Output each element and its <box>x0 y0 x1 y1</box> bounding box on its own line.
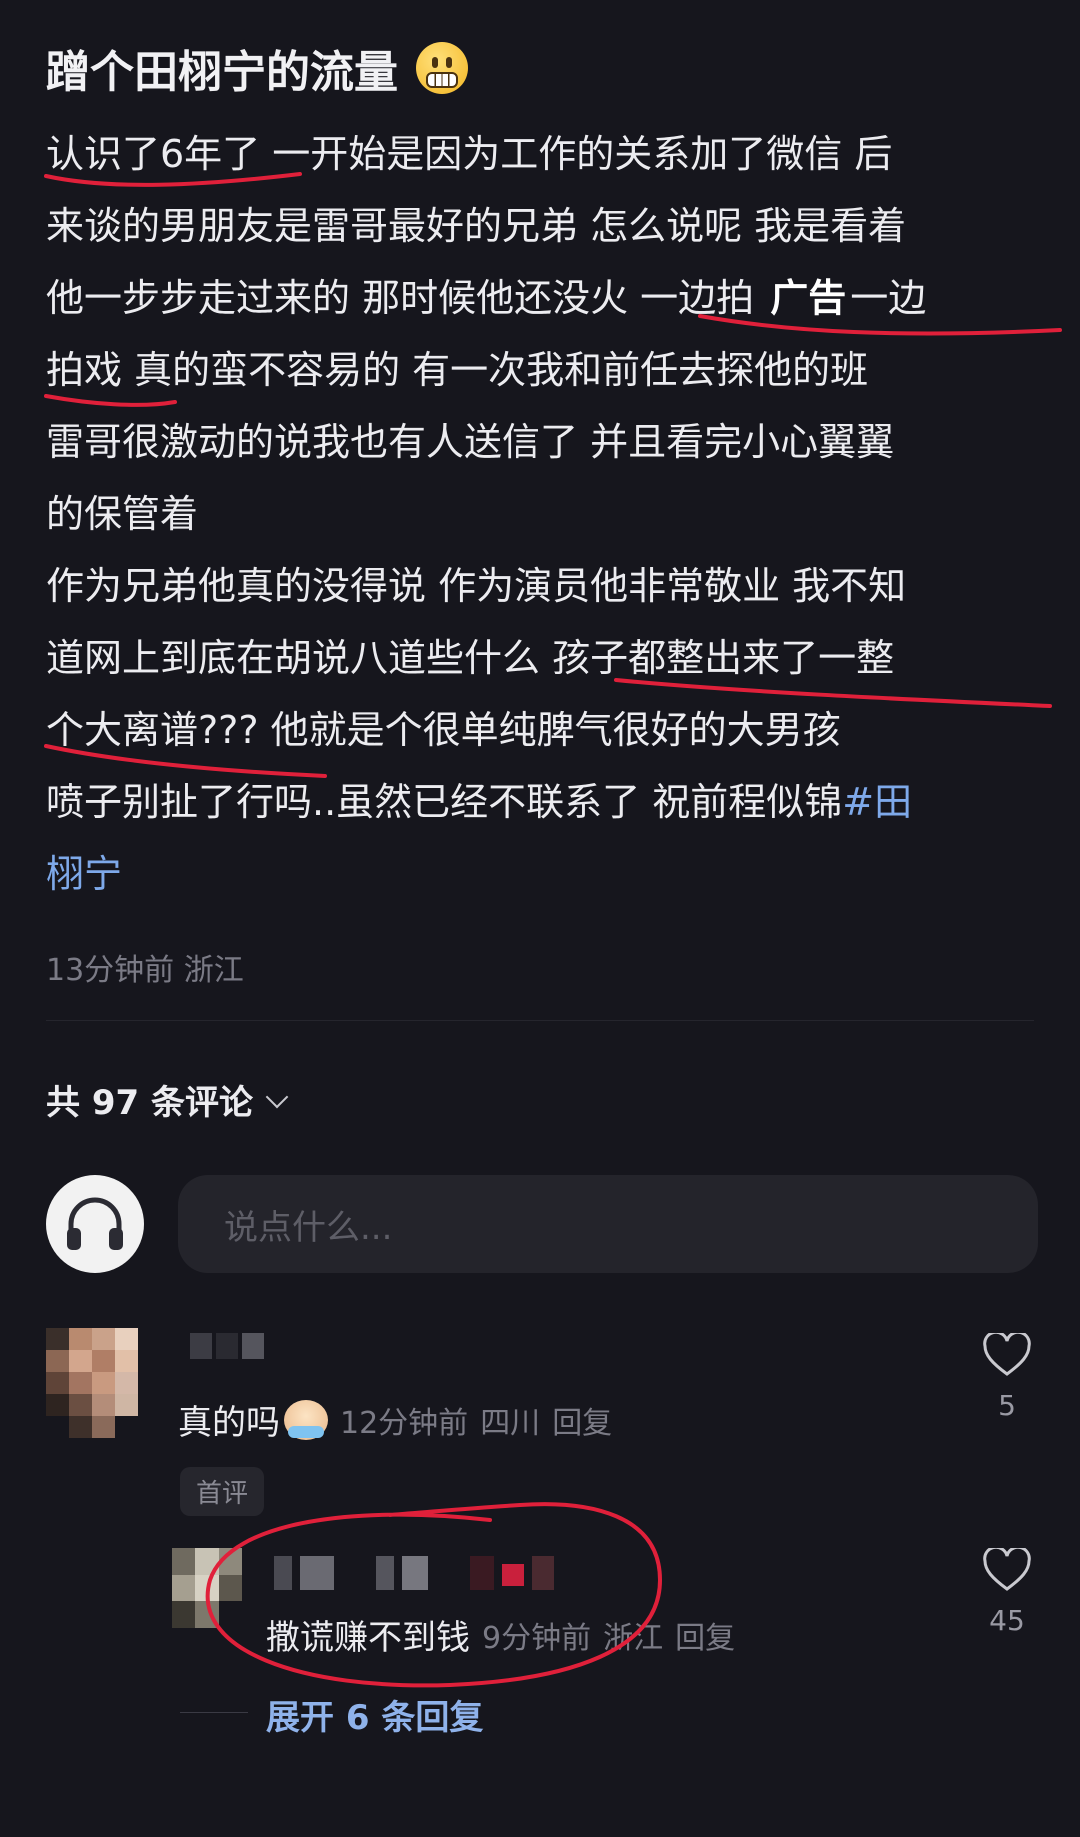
reply-text-row: 撒谎赚不到钱 9分钟前 浙江 回复 <box>266 1610 735 1659</box>
reply-name-blurred[interactable] <box>274 1556 554 1590</box>
comment-count-label: 共 97 条评论 <box>46 1083 253 1123</box>
like-button[interactable]: 45 <box>972 1548 1042 1637</box>
post-title: 蹭个田栩宁的流量 <box>46 36 468 100</box>
comment-text: 真的吗 <box>178 1403 280 1443</box>
ad-overlay-label: 广告 <box>766 262 851 334</box>
reply-button[interactable]: 回复 <box>552 1406 612 1441</box>
post-line: 雷哥很激动的说我也有人送信了 并且看完小心翼翼 <box>46 420 895 464</box>
heart-icon <box>983 1333 1031 1376</box>
post-line: 作为兄弟他真的没得说 作为演员他非常敬业 我不知 <box>46 564 907 608</box>
post-body: 认识了6年了 一开始是因为工作的关系加了微信 后 来谈的男朋友是雷哥最好的兄弟 … <box>46 118 1046 910</box>
post-line: 来谈的男朋友是雷哥最好的兄弟 怎么说呢 我是看着 <box>46 204 907 248</box>
post-line: 他一步步走过来的 那时候他还没火 一边拍 广告 一边 <box>46 262 1046 334</box>
post-line: 喷子别扯了行吗..虽然已经不联系了 祝前程似锦#田 <box>46 780 913 824</box>
reply-button[interactable]: 回复 <box>675 1621 735 1656</box>
grimacing-face-icon <box>416 42 468 94</box>
post-line: 拍戏 真的蛮不容易的 有一次我和前任去探他的班 <box>46 348 869 392</box>
post-title-text: 蹭个田栩宁的流量 <box>46 47 398 98</box>
like-count: 45 <box>989 1604 1025 1637</box>
crying-face-emoji-icon <box>284 1399 328 1440</box>
heart-icon <box>983 1548 1031 1591</box>
divider <box>46 1020 1034 1021</box>
post-page: 蹭个田栩宁的流量 认识了6年了 一开始是因为工作的关系加了微信 后 来谈的男朋友… <box>0 0 1080 1837</box>
headphones-icon <box>67 1197 123 1250</box>
comment-count-toggle[interactable]: 共 97 条评论 <box>46 1075 289 1124</box>
comment-meta: 12分钟前 四川 回复 <box>340 1405 613 1441</box>
comment-text-row: 真的吗 12分钟前 四川 回复 <box>178 1395 612 1444</box>
like-count: 5 <box>998 1389 1016 1422</box>
expand-divider <box>180 1712 248 1713</box>
post-meta: 13分钟前 浙江 <box>46 953 244 988</box>
post-line: 认识了6年了 一开始是因为工作的关系加了微信 后 <box>46 132 893 176</box>
avatar[interactable] <box>46 1175 144 1273</box>
commenter-avatar[interactable] <box>46 1328 138 1438</box>
post-line: 的保管着 <box>46 492 199 536</box>
reply-meta: 9分钟前 浙江 回复 <box>482 1620 736 1656</box>
post-line: 个大离谱??? 他就是个很单纯脾气很好的大男孩 <box>46 708 841 752</box>
reply-avatar[interactable] <box>172 1548 242 1628</box>
hashtag-link-continued[interactable]: 栩宁 <box>46 838 1046 910</box>
like-button[interactable]: 5 <box>972 1333 1042 1422</box>
post-line: 道网上到底在胡说八道些什么 孩子都整出来了一整 <box>46 636 895 680</box>
reply-text: 撒谎赚不到钱 <box>266 1618 470 1658</box>
hashtag-link[interactable]: #田 <box>842 780 912 824</box>
expand-replies-button[interactable]: 展开 6 条回复 <box>266 1690 483 1739</box>
commenter-name-blurred[interactable] <box>190 1333 264 1359</box>
chevron-down-icon <box>265 1085 289 1108</box>
comment-input[interactable]: 说点什么... <box>178 1175 1038 1273</box>
first-comment-badge: 首评 <box>180 1467 265 1516</box>
